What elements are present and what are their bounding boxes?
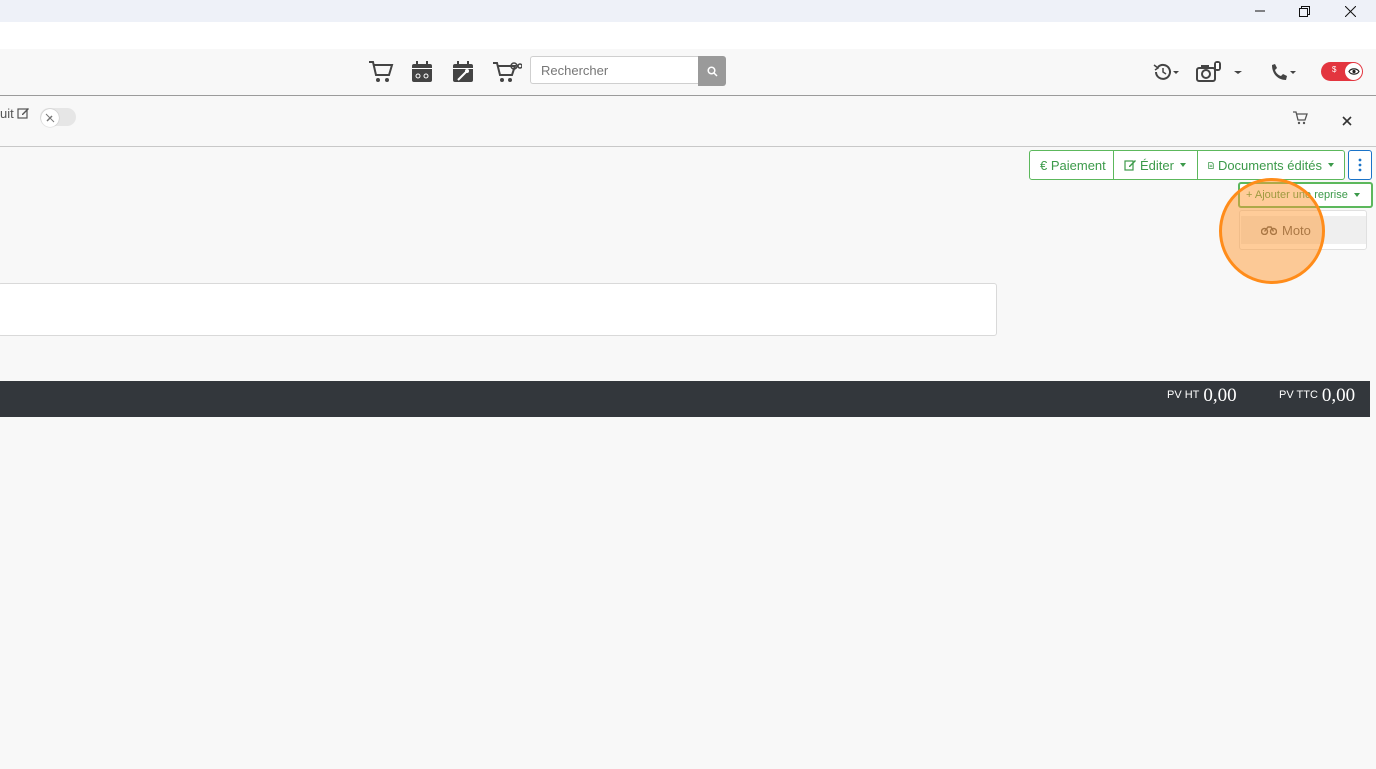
restore-button[interactable] (1281, 0, 1327, 22)
history-icon (1153, 63, 1179, 80)
camera-icon (1196, 61, 1242, 82)
history-dropdown[interactable] (1152, 57, 1182, 87)
documents-label: Documents édités (1217, 157, 1322, 173)
paiement-button[interactable]: € Paiement (1029, 150, 1114, 180)
cart-small-icon[interactable] (1293, 111, 1309, 127)
visibility-toggle[interactable]: $ (1321, 62, 1363, 81)
reprise-menu: Moto (1239, 210, 1367, 250)
cart-icon[interactable] (368, 57, 394, 87)
more-options-button[interactable] (1348, 150, 1372, 180)
edit-icon[interactable] (17, 106, 30, 119)
camera-dropdown[interactable] (1195, 57, 1245, 87)
eye-icon (1345, 63, 1362, 80)
address-bar (0, 22, 1376, 49)
edit-icon (1124, 160, 1136, 171)
add-reprise-dropdown[interactable]: + Ajouter une reprise (1238, 182, 1373, 208)
add-reprise-label: + Ajouter une reprise (1246, 189, 1348, 201)
total-ht-value: 0,00 (1203, 385, 1237, 406)
total-ht-label: PV HT (1167, 389, 1200, 401)
toggle-label: $ (1332, 65, 1337, 74)
no-tool-icon (41, 109, 59, 127)
document-switch[interactable] (40, 108, 76, 127)
action-button-group: € Paiement Éditer Documents édités (1029, 150, 1345, 180)
document-title-text: uit (0, 106, 14, 121)
phone-icon (1272, 64, 1296, 80)
totals-bar: PV HT 0,00 PV TTC 0,00 (0, 381, 1370, 417)
documents-button[interactable]: Documents édités (1197, 150, 1345, 180)
motorcycle-icon (1261, 226, 1277, 235)
close-icon (1342, 116, 1352, 126)
document-header: uit (0, 96, 1376, 147)
paiement-label: € Paiement (1040, 157, 1106, 173)
calendar-moto-icon[interactable] (410, 57, 434, 87)
kebab-icon (1358, 158, 1362, 172)
minimize-icon (1255, 10, 1265, 12)
minimize-button[interactable] (1237, 0, 1283, 22)
total-ttc: PV TTC 0,00 (1279, 385, 1355, 407)
total-ttc-label: PV TTC (1279, 389, 1318, 401)
phone-dropdown[interactable] (1269, 57, 1299, 87)
cart-moto-icon[interactable] (492, 57, 522, 87)
total-ttc-value: 0,00 (1321, 385, 1356, 406)
top-navbar: $ (0, 49, 1376, 96)
window-titlebar (0, 0, 1376, 22)
menu-item-moto-label: Moto (1282, 222, 1311, 238)
document-title-fragment: uit (0, 106, 30, 121)
total-ht: PV HT 0,00 (1167, 385, 1237, 407)
search-button[interactable] (698, 56, 726, 86)
close-icon (1344, 5, 1356, 17)
editer-button[interactable]: Éditer (1113, 150, 1198, 180)
editer-label: Éditer (1140, 157, 1174, 173)
close-document-button[interactable] (1342, 113, 1354, 126)
search-input[interactable] (530, 56, 698, 84)
restore-icon (1298, 5, 1310, 17)
file-icon (1208, 161, 1214, 169)
notes-textarea[interactable] (0, 283, 997, 336)
search-icon (706, 65, 718, 77)
calendar-wrench-icon[interactable] (451, 57, 475, 87)
window-close-button[interactable] (1327, 0, 1373, 22)
menu-item-moto[interactable]: Moto (1241, 216, 1366, 244)
